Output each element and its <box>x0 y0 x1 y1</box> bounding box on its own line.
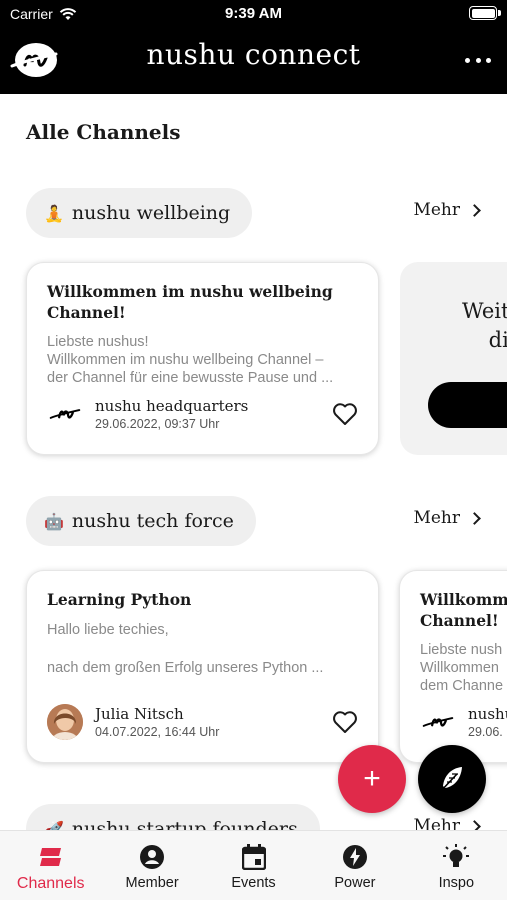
tab-label: Events <box>231 875 276 891</box>
channel-name: nushu startup founders <box>71 818 298 830</box>
avatar <box>47 396 83 432</box>
more-label: Mehr <box>413 816 460 830</box>
promo-line: di <box>488 328 507 352</box>
post-excerpt: Hallo liebe techies, nach dem großen Erf… <box>47 621 367 677</box>
more-link-startup-founders[interactable]: Mehr <box>413 816 481 830</box>
more-label: Mehr <box>413 200 460 220</box>
post-author: nushu headquarters 29.06.2022, 09:37 Uhr <box>47 396 248 432</box>
channel-pill-tech-force[interactable]: 🤖 nushu tech force <box>26 496 256 546</box>
plus-icon: + <box>363 762 381 795</box>
avatar <box>420 704 456 740</box>
heart-icon[interactable] <box>332 710 358 734</box>
tab-member[interactable]: Member <box>101 831 202 900</box>
excerpt-line: nach dem großen Erfolg unseres Python ..… <box>47 660 324 676</box>
tab-channels[interactable]: Channels <box>0 831 101 900</box>
tab-label: Member <box>125 875 179 891</box>
lightbulb-icon <box>442 843 470 871</box>
app-header: Carrier 9:39 AM nushu connect <box>0 0 507 94</box>
heart-icon[interactable] <box>332 402 358 426</box>
calendar-icon <box>240 843 268 871</box>
tab-bar: Channels Member Events Power Inspo <box>0 830 507 900</box>
avatar <box>47 704 83 740</box>
channel-pill-startup-founders[interactable]: 🚀 nushu startup founders <box>26 804 320 830</box>
battery-icon <box>469 6 501 20</box>
excerpt-line: dem Channe <box>420 678 504 694</box>
meditation-emoji-icon: 🧘 <box>44 203 64 223</box>
post-author: nushu 29.06. <box>420 704 507 740</box>
tab-inspo[interactable]: Inspo <box>406 831 507 900</box>
author-name: nushu headquarters <box>95 397 249 415</box>
channel-pill-wellbeing[interactable]: 🧘 nushu wellbeing <box>26 188 253 238</box>
tab-label: Inspo <box>438 875 475 891</box>
excerpt-line: Willkommen im nushu wellbeing Channel – <box>47 352 324 368</box>
post-card[interactable]: Learning Python Hallo liebe techies, nac… <box>26 570 379 763</box>
member-icon <box>138 843 166 871</box>
tab-label: Channels <box>16 875 85 892</box>
rocket-emoji-icon: 🚀 <box>44 819 64 831</box>
post-card[interactable]: Willkomm Channel! Liebste nush Willkomme… <box>399 570 507 763</box>
bolt-icon <box>341 843 369 871</box>
post-title: Willkomm Channel! <box>420 589 507 631</box>
post-author: Julia Nitsch 04.07.2022, 16:44 Uhr <box>47 704 219 740</box>
author-name: Julia Nitsch <box>95 705 184 723</box>
promo-line: Weit <box>462 299 507 323</box>
tab-power[interactable]: Power <box>304 831 405 900</box>
more-label: Mehr <box>413 508 460 528</box>
robot-emoji-icon: 🤖 <box>44 511 64 531</box>
compose-button[interactable] <box>418 745 486 813</box>
chevron-right-icon <box>468 203 481 217</box>
tab-label: Power <box>334 875 376 891</box>
more-options-button[interactable] <box>465 48 491 72</box>
excerpt-line: Liebste nush <box>420 642 503 658</box>
author-name: nushu <box>468 705 507 723</box>
post-excerpt: Liebste nush Willkommen dem Channe <box>420 641 507 695</box>
post-title-line: Channel! <box>420 611 499 630</box>
chevron-right-icon <box>468 511 481 525</box>
promo-button[interactable] <box>428 382 507 428</box>
nushu-avatar-logo-icon <box>49 409 81 419</box>
channels-icon <box>37 843 65 871</box>
post-title: Learning Python <box>47 590 192 609</box>
add-post-button[interactable]: + <box>338 745 406 813</box>
more-link-tech-force[interactable]: Mehr <box>413 508 481 528</box>
excerpt-line: Hallo liebe techies, <box>47 622 169 638</box>
excerpt-line: Willkommen <box>420 660 499 676</box>
post-excerpt: Liebste nushus! Willkommen im nushu well… <box>47 333 367 387</box>
tab-events[interactable]: Events <box>203 831 304 900</box>
post-date: 29.06. <box>468 725 503 739</box>
more-link-wellbeing[interactable]: Mehr <box>413 200 481 220</box>
promo-text: Weit di <box>462 297 507 355</box>
channel-name: nushu tech force <box>71 510 234 532</box>
excerpt-line: Liebste nushus! <box>47 334 149 350</box>
section-title: Alle Channels <box>26 120 181 144</box>
excerpt-line: der Channel für eine bewusste Pause und … <box>47 370 334 386</box>
person-photo-icon <box>47 704 83 740</box>
post-date: 04.07.2022, 16:44 Uhr <box>95 725 220 739</box>
status-bar: Carrier 9:39 AM <box>0 0 507 28</box>
post-date: 29.06.2022, 09:37 Uhr <box>95 417 220 431</box>
more-posts-card[interactable]: Weit di <box>400 262 507 455</box>
post-card[interactable]: Willkommen im nushu wellbeing Channel! L… <box>26 262 379 455</box>
post-title-line: Willkomm <box>420 590 507 609</box>
channels-feed[interactable]: Alle Channels 🧘 nushu wellbeing Mehr Wil… <box>0 94 507 830</box>
app-title: nushu connect <box>146 38 361 71</box>
status-time: 9:39 AM <box>225 5 282 22</box>
chevron-right-icon <box>468 819 481 830</box>
channel-name: nushu wellbeing <box>71 202 231 224</box>
nushu-avatar-logo-icon <box>422 717 454 727</box>
post-title: Willkommen im nushu wellbeing Channel! <box>47 282 333 322</box>
feather-icon <box>439 767 462 793</box>
